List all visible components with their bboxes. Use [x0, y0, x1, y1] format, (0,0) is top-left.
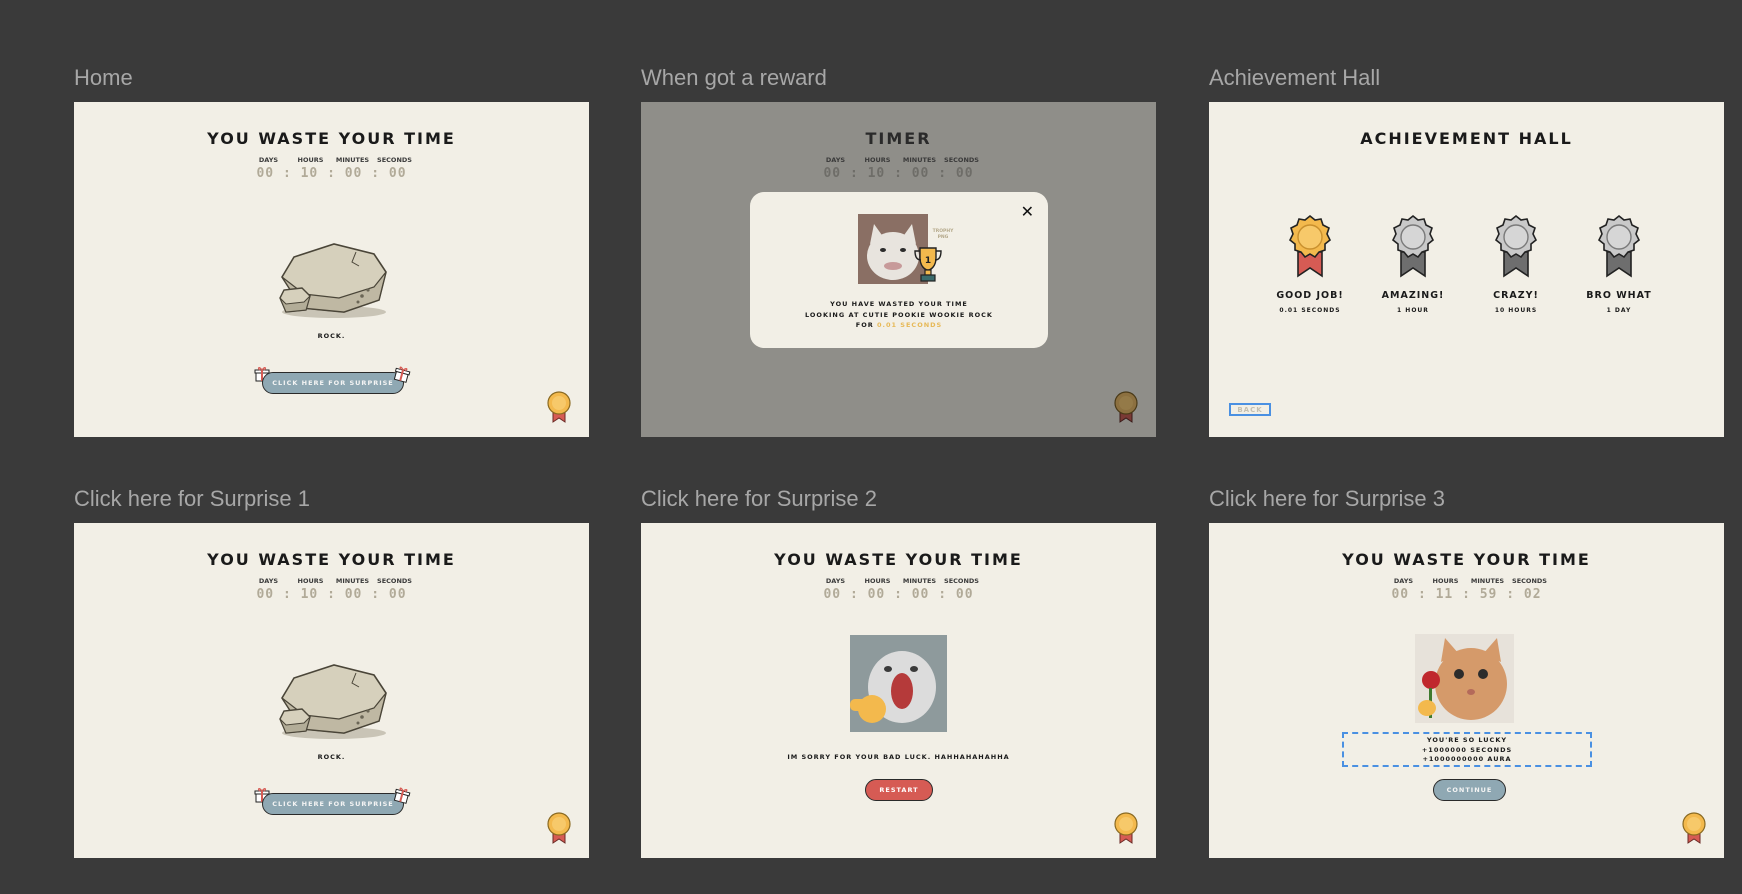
unit-hours: HOURS — [864, 577, 891, 585]
lucky-line-2: +1000000 SECONDS — [1421, 745, 1513, 754]
timer-units: DAYS HOURS MINUTES SECONDS — [74, 156, 589, 164]
frame-home: YOU WASTE YOUR TIME DAYS HOURS MINUTES S… — [74, 102, 589, 437]
medal-locked-icon — [1391, 214, 1435, 278]
trophy-tag: TROPHY PNG — [932, 229, 954, 240]
achievement-label: GOOD JOB! — [1276, 290, 1344, 301]
rose-cat-photo — [1415, 634, 1514, 723]
unit-minutes: MINUTES — [335, 156, 370, 164]
achievement-amazing[interactable]: AMAZING! 1 HOUR — [1368, 214, 1458, 314]
achievement-good-job[interactable]: GOOD JOB! 0.01 SECONDS — [1265, 214, 1355, 314]
frame-surprise-1: YOU WASTE YOUR TIME DAYS HOURS MINUTES S… — [74, 523, 589, 858]
reward-line-1: YOU HAVE WASTED YOUR TIME — [830, 300, 968, 308]
timer-units: DAYS HOURS MINUTES SECONDS — [641, 577, 1156, 585]
unit-hours: HOURS — [297, 577, 324, 585]
back-button[interactable]: BACK — [1229, 403, 1271, 416]
frame-surprise-3: YOU WASTE YOUR TIME DAYS HOURS MINUTES S… — [1209, 523, 1724, 858]
rock-caption: ROCK. — [317, 753, 346, 761]
page-title: YOU WASTE YOUR TIME — [207, 550, 456, 569]
surprise-button[interactable]: CLICK HERE FOR SURPRISE — [262, 793, 404, 815]
achievement-label: CRAZY! — [1493, 290, 1539, 301]
frame-title-surprise-2: Click here for Surprise 2 — [641, 486, 877, 511]
achievement-label: AMAZING! — [1381, 290, 1445, 301]
unit-seconds: SECONDS — [1512, 577, 1547, 585]
unit-minutes: MINUTES — [902, 577, 937, 585]
timer-display: 00 : 10 : 00 : 00 — [823, 166, 974, 181]
achievement-requirement: 1 HOUR — [1397, 307, 1429, 314]
reward-line-3: FOR 0.01 SECONDS — [750, 320, 1048, 331]
unit-days: DAYS — [258, 577, 279, 585]
medal-icon[interactable] — [1113, 390, 1139, 424]
continue-button[interactable]: CONTINUE — [1433, 779, 1506, 801]
achievement-requirement: 10 HOURS — [1494, 307, 1538, 314]
reward-modal: ✕ TROPHY PNG 1 YOU HAVE WASTED YOUR TIME… — [750, 192, 1048, 348]
page-title: YOU WASTE YOUR TIME — [1342, 550, 1591, 569]
unit-seconds: SECONDS — [377, 577, 412, 585]
timer-display: 00 : 10 : 00 : 00 — [256, 587, 407, 602]
medal-icon[interactable] — [1113, 811, 1139, 845]
achievement-requirement: 1 DAY — [1606, 307, 1632, 314]
page-title: TIMER — [865, 129, 932, 148]
medal-locked-icon — [1597, 214, 1641, 278]
unit-hours: HOURS — [1432, 577, 1459, 585]
unit-hours: HOURS — [297, 156, 324, 164]
medal-gold-icon — [1288, 214, 1332, 278]
lucky-line-1: YOU'RE SO LUCKY — [1426, 736, 1508, 744]
reward-line-2: LOOKING AT CUTIE POOKIE WOOKIE ROCK — [805, 310, 993, 319]
frame-title-achievements: Achievement Hall — [1209, 65, 1381, 90]
achievement-crazy[interactable]: CRAZY! 10 HOURS — [1471, 214, 1561, 314]
timer-units: DAYS HOURS MINUTES SECONDS — [74, 577, 589, 585]
unit-minutes: MINUTES — [335, 577, 370, 585]
frame-title-reward: When got a reward — [641, 65, 827, 90]
frame-title-surprise-3: Click here for Surprise 3 — [1209, 486, 1445, 511]
rock-image[interactable] — [274, 653, 392, 743]
unit-minutes: MINUTES — [1470, 577, 1505, 585]
unit-hours: HOURS — [864, 156, 891, 164]
lucky-line-3: +1000000000 AURA — [1422, 755, 1512, 763]
restart-button[interactable]: RESTART — [865, 779, 933, 801]
frame-surprise-2: YOU WASTE YOUR TIME DAYS HOURS MINUTES S… — [641, 523, 1156, 858]
achievement-requirement: 0.01 SECONDS — [1279, 307, 1341, 314]
timer-display: 00 : 00 : 00 : 00 — [823, 587, 974, 602]
achievement-bro-what[interactable]: BRO WHAT 1 DAY — [1574, 214, 1664, 314]
rock-image[interactable] — [274, 232, 392, 322]
surprise-button[interactable]: CLICK HERE FOR SURPRISE — [262, 372, 404, 394]
trophy-icon: 1 — [914, 247, 942, 282]
page-title: ACHIEVEMENT HALL — [1360, 129, 1573, 148]
timer-units: DAYS HOURS MINUTES SECONDS — [1209, 577, 1724, 585]
svg-text:1: 1 — [925, 256, 931, 266]
bad-luck-caption: IM SORRY FOR YOUR BAD LUCK. HAHHAHAHAHHA — [787, 753, 1010, 761]
reward-message: YOU HAVE WASTED YOUR TIME LOOKING AT CUT… — [750, 299, 1048, 331]
medal-icon[interactable] — [1681, 811, 1707, 845]
unit-days: DAYS — [1393, 577, 1414, 585]
unit-seconds: SECONDS — [944, 577, 979, 585]
frame-reward: TIMER DAYS HOURS MINUTES SECONDS 00 : 10… — [641, 102, 1156, 437]
frame-achievements: ACHIEVEMENT HALL GOOD JOB! 0.01 SECONDS … — [1209, 102, 1724, 437]
unit-days: DAYS — [825, 156, 846, 164]
medal-locked-icon — [1494, 214, 1538, 278]
timer-display: 00 : 10 : 00 : 00 — [256, 166, 407, 181]
frame-title-home: Home — [74, 65, 133, 90]
lucky-message: YOU'RE SO LUCKY +1000000 SECONDS +100000… — [1342, 732, 1592, 767]
timer-display: 00 : 11 : 59 : 02 — [1391, 587, 1542, 602]
close-icon[interactable]: ✕ — [1021, 202, 1034, 221]
laughing-cat-photo — [850, 635, 947, 732]
page-title: YOU WASTE YOUR TIME — [207, 129, 456, 148]
reward-duration: 0.01 SECONDS — [877, 321, 943, 329]
rock-caption: ROCK. — [317, 332, 346, 340]
unit-seconds: SECONDS — [944, 156, 979, 164]
medal-icon[interactable] — [546, 390, 572, 424]
reward-line-3-prefix: FOR — [855, 321, 874, 329]
achievement-label: BRO WHAT — [1586, 290, 1652, 301]
unit-days: DAYS — [825, 577, 846, 585]
frame-title-surprise-1: Click here for Surprise 1 — [74, 486, 310, 511]
unit-minutes: MINUTES — [902, 156, 937, 164]
unit-seconds: SECONDS — [377, 156, 412, 164]
medal-icon[interactable] — [546, 811, 572, 845]
timer-units: DAYS HOURS MINUTES SECONDS — [641, 156, 1156, 164]
unit-days: DAYS — [258, 156, 279, 164]
page-title: YOU WASTE YOUR TIME — [774, 550, 1023, 569]
